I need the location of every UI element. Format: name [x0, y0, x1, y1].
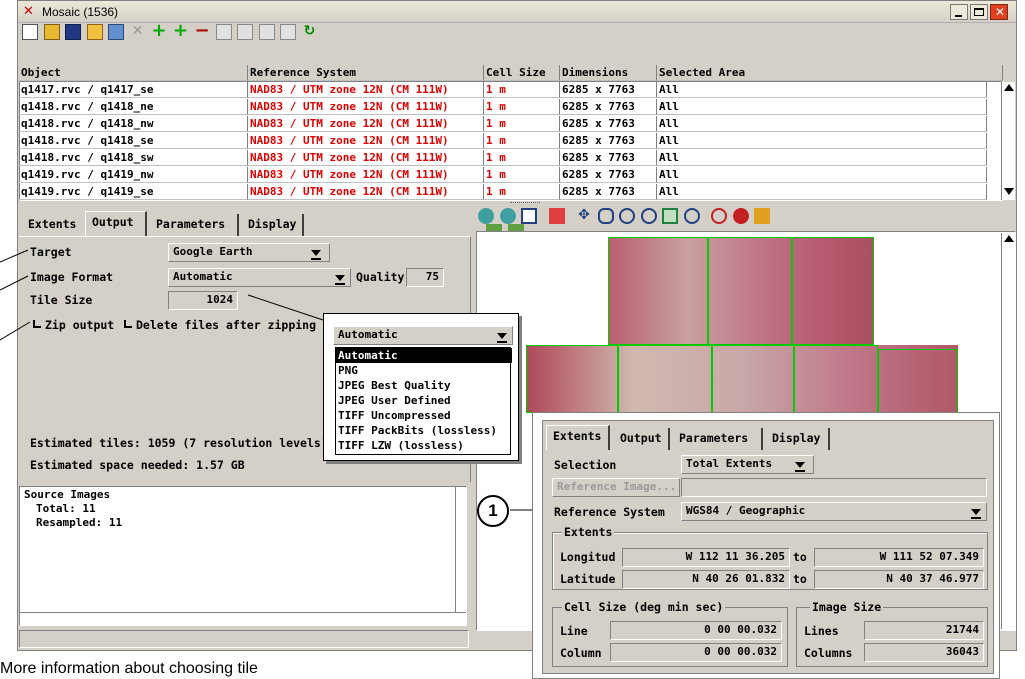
cellsize-group-title: Cell Size (deg min sec): [562, 600, 726, 614]
lines-value: 21744: [945, 623, 979, 636]
latitude-to-input[interactable]: N 40 37 46.977: [814, 570, 984, 589]
callout-line-format: [0, 275, 29, 291]
column-input[interactable]: 0 00 00.032: [610, 643, 782, 662]
line-value: 0 00 00.032: [704, 623, 777, 636]
latitude-to-value: N 40 37 46.977: [886, 572, 979, 585]
extents-tab-extents[interactable]: Extents: [546, 425, 610, 450]
lines-label: Lines: [804, 624, 839, 638]
dropdown-bar-icon: [971, 517, 981, 519]
extents-tab-output[interactable]: Output: [614, 428, 670, 450]
latitude-to-label: to: [793, 572, 807, 586]
reference-image-button[interactable]: Reference Image...: [552, 478, 680, 497]
caption-text: More information about choosing tile: [0, 660, 258, 677]
lines-input[interactable]: 21744: [864, 621, 984, 640]
longitude-to-value: W 111 52 07.349: [879, 550, 979, 563]
callout-line-target: [0, 249, 29, 263]
chevron-down-icon: [795, 462, 805, 468]
latitude-from-value: N 40 26 01.832: [692, 572, 785, 585]
columns-label: Columns: [804, 646, 853, 660]
callout-marker: 1: [477, 495, 509, 527]
callout-number: 1: [488, 501, 498, 520]
line-label: Line: [560, 624, 588, 638]
columns-input[interactable]: 36043: [864, 643, 984, 662]
reference-system-label: Reference System: [554, 505, 665, 519]
latitude-from-input[interactable]: N 40 26 01.832: [622, 570, 790, 589]
extents-group-title: Extents: [562, 525, 615, 539]
extents-tab-parameters[interactable]: Parameters: [673, 428, 763, 450]
column-value: 0 00 00.032: [704, 645, 777, 658]
dropdown-bar-icon: [795, 470, 805, 472]
column-label: Column: [560, 646, 602, 660]
chevron-down-icon: [971, 509, 981, 515]
callout-line-tile: [247, 294, 324, 321]
columns-value: 36043: [945, 645, 979, 658]
extents-tab-display[interactable]: Display: [766, 428, 830, 450]
line-input[interactable]: 0 00 00.032: [610, 621, 782, 640]
selection-value: Total Extents: [686, 457, 773, 470]
reference-image-label: Reference Image...: [557, 480, 677, 493]
latitude-label: Latitude: [560, 572, 616, 586]
selection-label: Selection: [554, 458, 617, 472]
longitude-label: Longitud: [560, 550, 616, 564]
reference-system-select[interactable]: WGS84 / Geographic: [681, 502, 987, 521]
longitude-from-input[interactable]: W 112 11 36.205: [622, 548, 790, 567]
reference-image-input[interactable]: [681, 478, 987, 497]
longitude-to-input[interactable]: W 111 52 07.349: [814, 548, 984, 567]
longitude-from-value: W 112 11 36.205: [685, 550, 785, 563]
imagesize-group-title: Image Size: [810, 600, 884, 614]
longitude-to-label: to: [793, 550, 807, 564]
selection-select[interactable]: Total Extents: [681, 455, 814, 474]
reference-system-value: WGS84 / Geographic: [686, 504, 806, 517]
callout-line-zip: [0, 321, 31, 341]
